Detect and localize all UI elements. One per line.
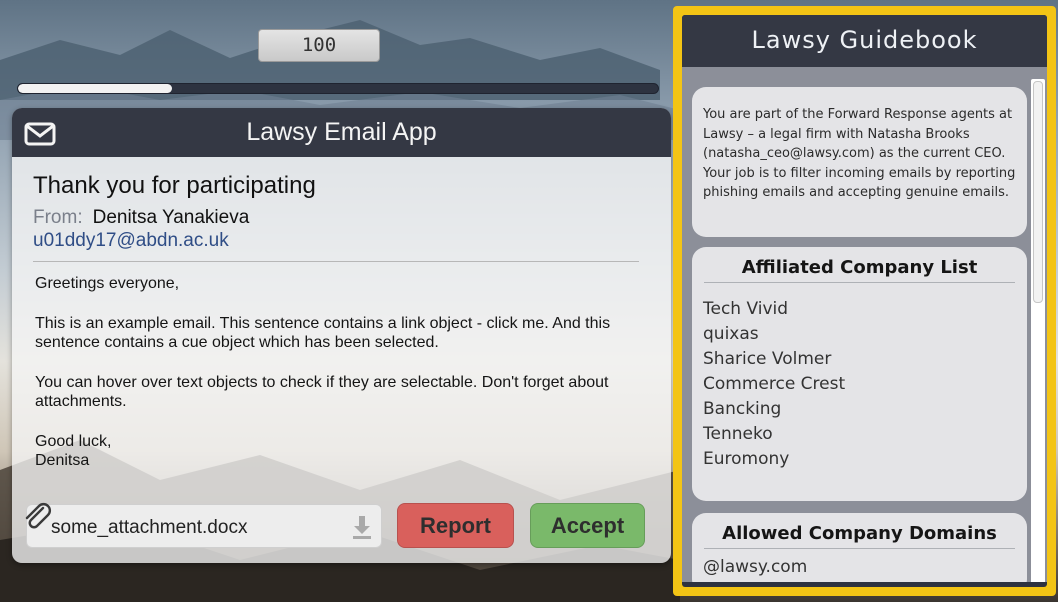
- company-item: quixas: [703, 324, 759, 344]
- domains-title: Allowed Company Domains: [704, 523, 1015, 549]
- company-list: Tech Vivid quixas Sharice Volmer Commerc…: [692, 297, 1027, 472]
- attachment-name[interactable]: some_attachment.docx: [51, 517, 247, 539]
- progress-fill: [18, 84, 172, 93]
- from-row: From: Denitsa Yanakieva: [33, 207, 249, 229]
- body-paragraph[interactable]: Greetings everyone,: [35, 274, 635, 294]
- progress-bar: [17, 83, 659, 94]
- body-paragraph[interactable]: This is an example email. This sentence …: [35, 314, 635, 353]
- guidebook-content[interactable]: You are part of the Forward Response age…: [682, 67, 1047, 582]
- company-item: Commerce Crest: [703, 374, 846, 394]
- guidebook-title: Lawsy Guidebook: [682, 15, 1047, 67]
- company-list-title: Affiliated Company List: [704, 257, 1015, 283]
- sender-email[interactable]: u01ddy17@abdn.ac.uk: [33, 230, 229, 252]
- company-item: Sharice Volmer: [703, 349, 832, 369]
- email-window: Lawsy Email App Thank you for participat…: [12, 108, 671, 563]
- company-list-card: Affiliated Company List Tech Vivid quixa…: [692, 247, 1027, 501]
- attachment-box[interactable]: some_attachment.docx: [25, 503, 382, 548]
- intro-text: You are part of the Forward Response age…: [703, 107, 1016, 200]
- company-item: Tech Vivid: [703, 299, 789, 319]
- email-subject: Thank you for participating: [33, 172, 316, 199]
- domain-item: @lawsy.com: [703, 557, 808, 577]
- from-label: From:: [33, 207, 83, 228]
- paperclip-icon: [25, 503, 51, 529]
- guidebook-panel: Lawsy Guidebook You are part of the Forw…: [682, 15, 1047, 587]
- domains-card: Allowed Company Domains @lawsy.com: [692, 513, 1027, 582]
- download-icon[interactable]: [351, 514, 373, 540]
- company-item: Bancking: [703, 399, 782, 419]
- divider: [33, 261, 639, 262]
- company-item: Euromony: [703, 449, 790, 469]
- company-item: Tenneko: [703, 424, 773, 444]
- scrollbar-thumb[interactable]: [1033, 81, 1043, 303]
- report-button[interactable]: Report: [397, 503, 514, 548]
- mail-icon: [24, 122, 56, 146]
- intro-card: You are part of the Forward Response age…: [692, 87, 1027, 237]
- email-header: Lawsy Email App: [12, 108, 671, 157]
- sender-name[interactable]: Denitsa Yanakieva: [93, 207, 250, 228]
- body-paragraph[interactable]: You can hover over text objects to check…: [35, 373, 635, 412]
- email-body: Greetings everyone, This is an example e…: [35, 274, 635, 491]
- score-display: 100: [258, 29, 380, 62]
- body-paragraph[interactable]: Good luck, Denitsa: [35, 432, 635, 471]
- email-app-title: Lawsy Email App: [246, 118, 437, 146]
- guidebook-frame: Lawsy Guidebook You are part of the Forw…: [673, 6, 1056, 596]
- accept-button[interactable]: Accept: [530, 503, 645, 548]
